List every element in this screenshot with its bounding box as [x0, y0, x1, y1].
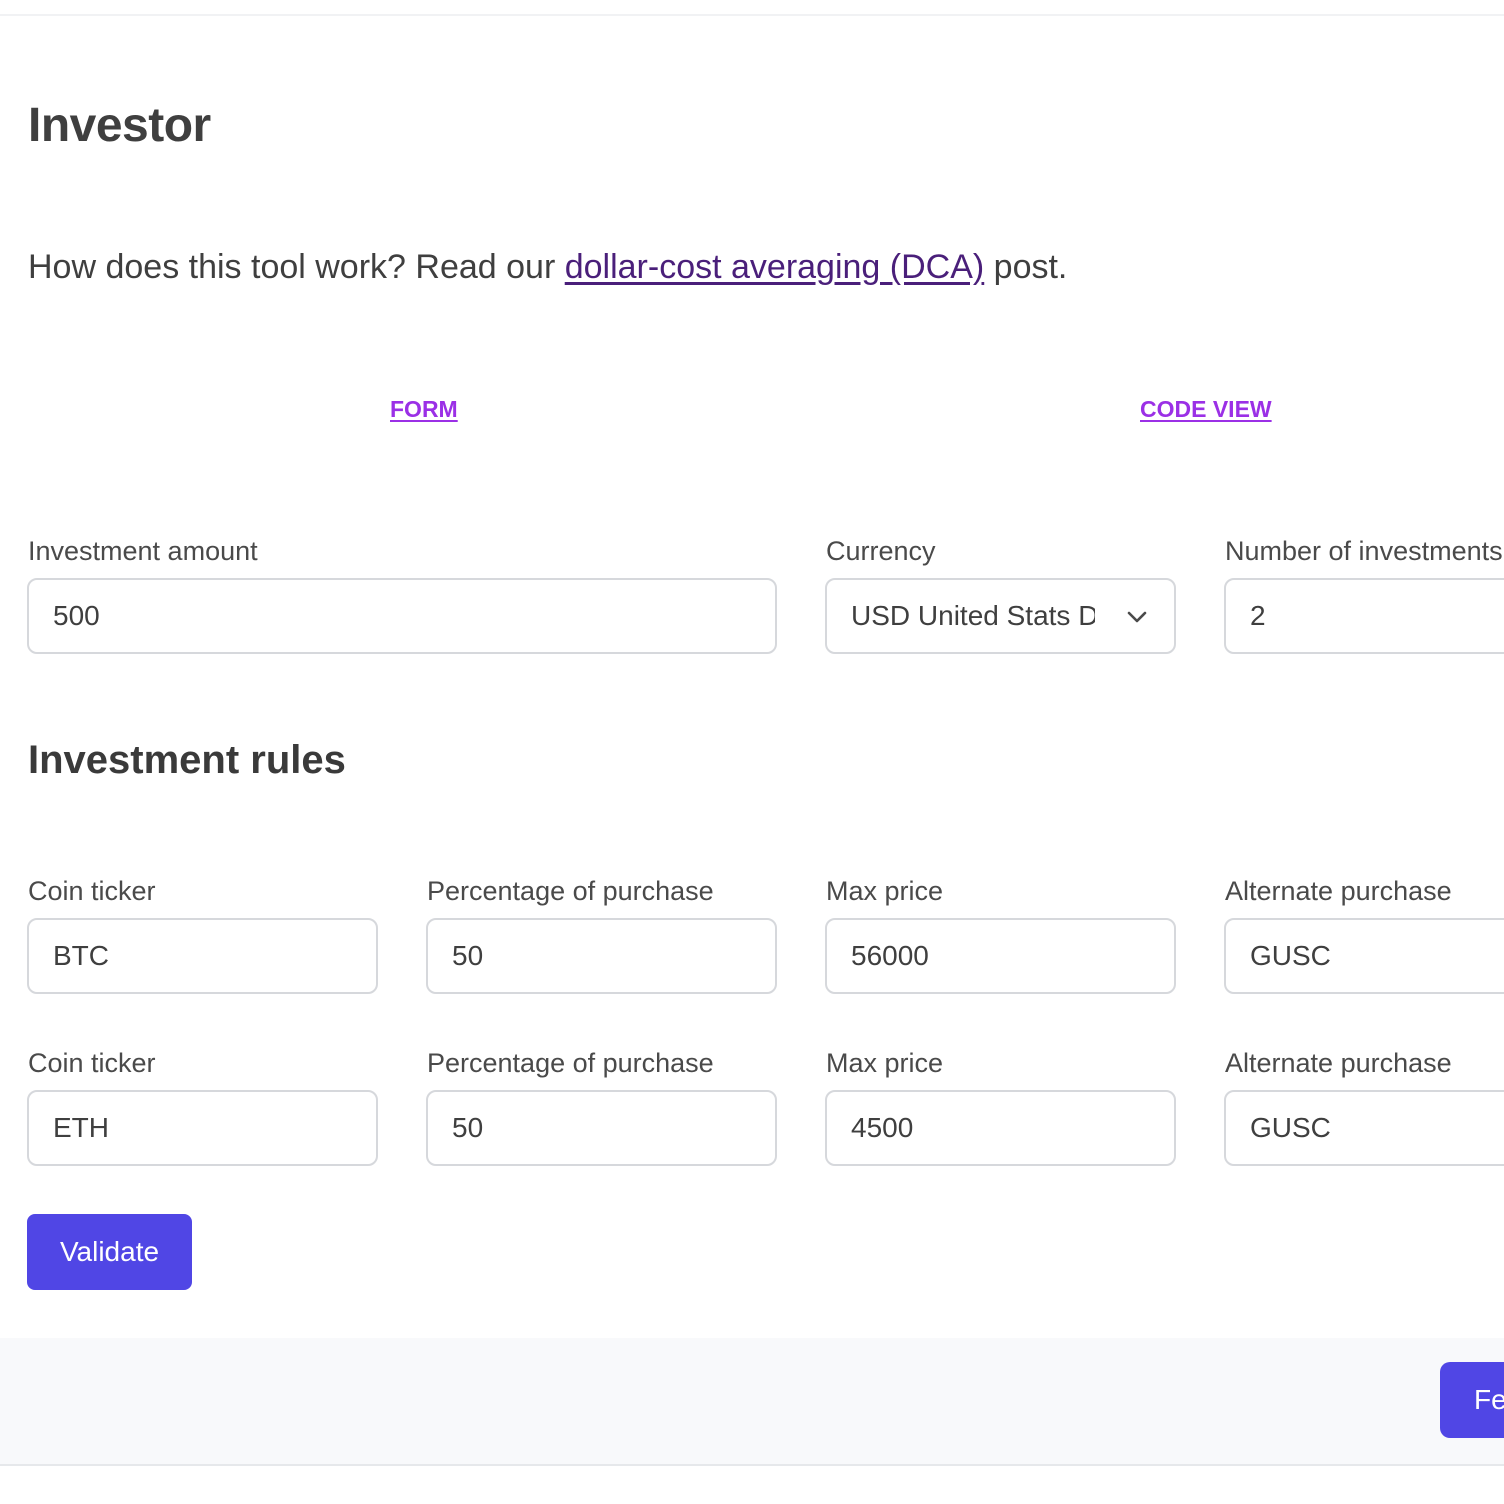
- alternate-purchase-value: GUSC: [1250, 1112, 1331, 1143]
- intro-suffix: post.: [984, 248, 1068, 286]
- investment-amount-label: Investment amount: [28, 536, 258, 566]
- percentage-input[interactable]: 50: [426, 1090, 777, 1166]
- dca-post-link[interactable]: dollar-cost averaging (DCA): [565, 248, 985, 286]
- percentage-label: Percentage of purchase: [427, 876, 714, 906]
- currency-value: USD United Stats Dollar: [851, 600, 1095, 631]
- coin-ticker-label: Coin ticker: [28, 876, 156, 906]
- coin-ticker-value: BTC: [53, 940, 109, 971]
- max-price-input[interactable]: 56000: [825, 918, 1176, 994]
- investment-amount-value: 500: [53, 600, 100, 631]
- number-of-investments-input[interactable]: 2: [1224, 578, 1504, 654]
- number-of-investments-value: 2: [1250, 600, 1266, 631]
- percentage-value: 50: [452, 940, 484, 971]
- max-price-label: Max price: [826, 876, 944, 906]
- coin-ticker-input[interactable]: BTC: [27, 918, 378, 994]
- number-of-investments-label: Number of investments: [1225, 536, 1503, 566]
- alternate-purchase-value: GUSC: [1250, 940, 1331, 971]
- alternate-purchase-label: Alternate purchase: [1225, 1048, 1452, 1078]
- intro-text: How does this tool work? Read our dollar…: [28, 248, 1067, 287]
- investor-page: Investor How does this tool work? Read o…: [0, 0, 1504, 1504]
- max-price-input[interactable]: 4500: [825, 1090, 1176, 1166]
- footer-bar: [0, 1338, 1504, 1466]
- page-title: Investor: [28, 99, 211, 152]
- footer-action-button[interactable]: Fe: [1440, 1362, 1504, 1438]
- tab-code-view[interactable]: CODE VIEW: [1140, 396, 1272, 423]
- validate-button[interactable]: Validate: [27, 1214, 192, 1290]
- coin-ticker-value: ETH: [53, 1112, 109, 1143]
- tab-form[interactable]: FORM: [390, 396, 458, 423]
- currency-select[interactable]: USD United Stats Dollar: [825, 578, 1176, 654]
- alternate-purchase-input[interactable]: GUSC: [1224, 918, 1504, 994]
- top-divider: [0, 14, 1504, 16]
- percentage-value: 50: [452, 1112, 484, 1143]
- intro-prefix: How does this tool work? Read our: [28, 248, 565, 286]
- percentage-label: Percentage of purchase: [427, 1048, 714, 1078]
- percentage-input[interactable]: 50: [426, 918, 777, 994]
- alternate-purchase-input[interactable]: GUSC: [1224, 1090, 1504, 1166]
- max-price-label: Max price: [826, 1048, 944, 1078]
- coin-ticker-label: Coin ticker: [28, 1048, 156, 1078]
- investment-rules-title: Investment rules: [28, 738, 346, 782]
- alternate-purchase-label: Alternate purchase: [1225, 876, 1452, 906]
- max-price-value: 4500: [851, 1112, 914, 1143]
- chevron-down-icon: [1127, 611, 1147, 623]
- investment-amount-input[interactable]: 500: [27, 578, 777, 654]
- max-price-value: 56000: [851, 940, 929, 971]
- coin-ticker-input[interactable]: ETH: [27, 1090, 378, 1166]
- currency-label: Currency: [826, 536, 936, 566]
